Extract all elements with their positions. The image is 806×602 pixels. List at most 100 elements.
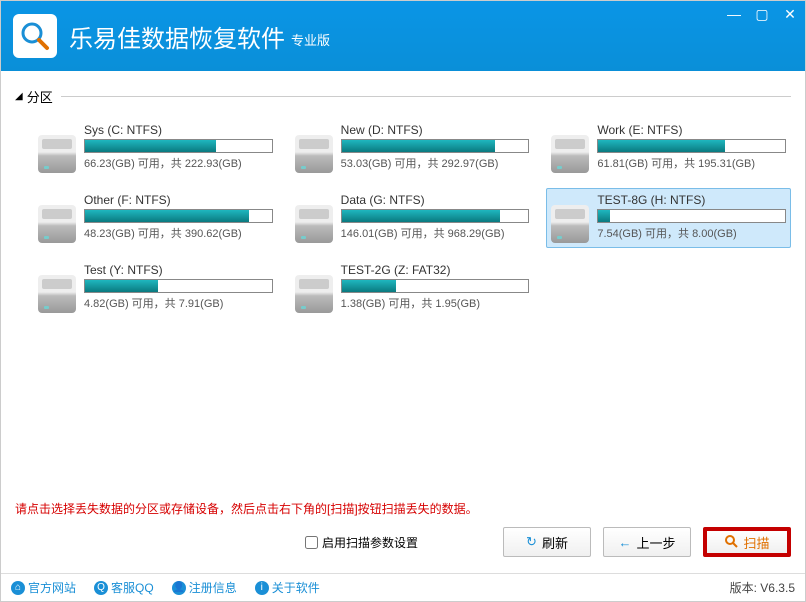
- drive-icon: [551, 135, 589, 173]
- usage-bar: [84, 279, 273, 293]
- maximize-icon[interactable]: ▢: [755, 7, 769, 21]
- drive-name: TEST-8G (H: NTFS): [597, 193, 786, 207]
- drive-item[interactable]: New (D: NTFS) 53.03(GB) 可用，共 292.97(GB): [290, 118, 535, 178]
- drive-icon: [38, 135, 76, 173]
- usage-fill: [342, 210, 501, 222]
- refresh-icon: ↻: [526, 534, 537, 550]
- drive-stat: 1.38(GB) 可用，共 1.95(GB): [341, 295, 530, 311]
- drive-item[interactable]: Other (F: NTFS) 48.23(GB) 可用，共 390.62(GB): [33, 188, 278, 248]
- hint-text: 请点击选择丢失数据的分区或存储设备，然后点击右下角的[扫描]按钮扫描丢失的数据。: [15, 498, 791, 527]
- usage-fill: [85, 280, 158, 292]
- drive-item[interactable]: TEST-8G (H: NTFS) 7.54(GB) 可用，共 8.00(GB): [546, 188, 791, 248]
- search-icon: [724, 534, 738, 551]
- qq-label: 客服QQ: [111, 579, 154, 596]
- refresh-button[interactable]: ↻ 刷新: [503, 527, 591, 557]
- drive-icon: [295, 205, 333, 243]
- drive-item[interactable]: Test (Y: NTFS) 4.82(GB) 可用，共 7.91(GB): [33, 258, 278, 318]
- drive-name: Sys (C: NTFS): [84, 123, 273, 137]
- usage-bar: [597, 139, 786, 153]
- drive-name: TEST-2G (Z: FAT32): [341, 263, 530, 277]
- drive-name: Data (G: NTFS): [341, 193, 530, 207]
- refresh-label: 刷新: [542, 533, 568, 552]
- drive-name: Work (E: NTFS): [597, 123, 786, 137]
- drive-item[interactable]: Work (E: NTFS) 61.81(GB) 可用，共 195.31(GB): [546, 118, 791, 178]
- drive-info: Other (F: NTFS) 48.23(GB) 可用，共 390.62(GB): [84, 193, 273, 243]
- button-row: 启用扫描参数设置 ↻ 刷新 ← 上一步 扫描: [15, 527, 791, 567]
- usage-bar: [84, 139, 273, 153]
- qq-link[interactable]: Q客服QQ: [94, 579, 154, 596]
- about-label: 关于软件: [272, 579, 320, 596]
- official-site-link[interactable]: ⌂官方网站: [11, 579, 76, 596]
- usage-fill: [598, 140, 725, 152]
- chevron-down-icon: ◢: [15, 91, 23, 102]
- user-icon: 👤: [172, 581, 186, 595]
- drive-info: Data (G: NTFS) 146.01(GB) 可用，共 968.29(GB): [341, 193, 530, 243]
- app-title: 乐易佳数据恢复软件: [69, 19, 285, 54]
- drive-item[interactable]: Sys (C: NTFS) 66.23(GB) 可用，共 222.93(GB): [33, 118, 278, 178]
- site-label: 官方网站: [28, 579, 76, 596]
- status-bar: ⌂官方网站 Q客服QQ 👤注册信息 i关于软件 版本: V6.3.5: [1, 573, 805, 601]
- version-text: 版本: V6.3.5: [730, 579, 795, 596]
- drive-stat: 7.54(GB) 可用，共 8.00(GB): [597, 225, 786, 241]
- drive-name: New (D: NTFS): [341, 123, 530, 137]
- drive-info: New (D: NTFS) 53.03(GB) 可用，共 292.97(GB): [341, 123, 530, 173]
- scan-button[interactable]: 扫描: [703, 527, 791, 557]
- usage-fill: [342, 140, 495, 152]
- usage-bar: [84, 209, 273, 223]
- back-label: 上一步: [636, 533, 675, 552]
- divider: [61, 96, 791, 97]
- usage-fill: [85, 140, 216, 152]
- drive-stat: 4.82(GB) 可用，共 7.91(GB): [84, 295, 273, 311]
- drive-stat: 61.81(GB) 可用，共 195.31(GB): [597, 155, 786, 171]
- back-button[interactable]: ← 上一步: [603, 527, 691, 557]
- register-link[interactable]: 👤注册信息: [172, 579, 237, 596]
- drive-info: Sys (C: NTFS) 66.23(GB) 可用，共 222.93(GB): [84, 123, 273, 173]
- usage-fill: [85, 210, 249, 222]
- usage-bar: [597, 209, 786, 223]
- drive-icon: [38, 205, 76, 243]
- close-icon[interactable]: ✕: [783, 7, 797, 21]
- usage-bar: [341, 279, 530, 293]
- window-controls: — ▢ ✕: [727, 7, 797, 21]
- chat-icon: Q: [94, 581, 108, 595]
- drive-icon: [295, 275, 333, 313]
- usage-bar: [341, 209, 530, 223]
- app-logo: [13, 14, 57, 58]
- drive-info: TEST-8G (H: NTFS) 7.54(GB) 可用，共 8.00(GB): [597, 193, 786, 243]
- scan-label: 扫描: [743, 533, 769, 552]
- usage-fill: [342, 280, 396, 292]
- scan-params-input[interactable]: [305, 536, 318, 549]
- reg-label: 注册信息: [189, 579, 237, 596]
- drive-name: Other (F: NTFS): [84, 193, 273, 207]
- scan-params-label: 启用扫描参数设置: [322, 534, 418, 551]
- drive-stat: 146.01(GB) 可用，共 968.29(GB): [341, 225, 530, 241]
- home-icon: ⌂: [11, 581, 25, 595]
- partition-label: 分区: [27, 87, 53, 106]
- spacer: [15, 318, 791, 498]
- drive-icon: [38, 275, 76, 313]
- drive-icon: [295, 135, 333, 173]
- usage-fill: [598, 210, 609, 222]
- main-panel: ◢ 分区 Sys (C: NTFS) 66.23(GB) 可用，共 222.93(…: [1, 71, 805, 573]
- drive-icon: [551, 205, 589, 243]
- drive-info: Work (E: NTFS) 61.81(GB) 可用，共 195.31(GB): [597, 123, 786, 173]
- arrow-left-icon: ←: [618, 535, 631, 550]
- drive-name: Test (Y: NTFS): [84, 263, 273, 277]
- drive-item[interactable]: Data (G: NTFS) 146.01(GB) 可用，共 968.29(GB): [290, 188, 535, 248]
- minimize-icon[interactable]: —: [727, 7, 741, 21]
- partition-header[interactable]: ◢ 分区: [15, 83, 791, 110]
- about-link[interactable]: i关于软件: [255, 579, 320, 596]
- drive-stat: 66.23(GB) 可用，共 222.93(GB): [84, 155, 273, 171]
- app-window: 乐易佳数据恢复软件 专业版 — ▢ ✕ ◢ 分区 Sys (C: NTFS) 66…: [0, 0, 806, 602]
- drive-item[interactable]: TEST-2G (Z: FAT32) 1.38(GB) 可用，共 1.95(GB): [290, 258, 535, 318]
- drives-grid: Sys (C: NTFS) 66.23(GB) 可用，共 222.93(GB) Ne…: [15, 110, 791, 318]
- drive-stat: 48.23(GB) 可用，共 390.62(GB): [84, 225, 273, 241]
- titlebar: 乐易佳数据恢复软件 专业版 — ▢ ✕: [1, 1, 805, 71]
- drive-info: Test (Y: NTFS) 4.82(GB) 可用，共 7.91(GB): [84, 263, 273, 313]
- drive-stat: 53.03(GB) 可用，共 292.97(GB): [341, 155, 530, 171]
- scan-params-checkbox[interactable]: 启用扫描参数设置: [305, 534, 418, 551]
- app-subtitle: 专业版: [291, 30, 330, 49]
- info-icon: i: [255, 581, 269, 595]
- usage-bar: [341, 139, 530, 153]
- drive-info: TEST-2G (Z: FAT32) 1.38(GB) 可用，共 1.95(GB): [341, 263, 530, 313]
